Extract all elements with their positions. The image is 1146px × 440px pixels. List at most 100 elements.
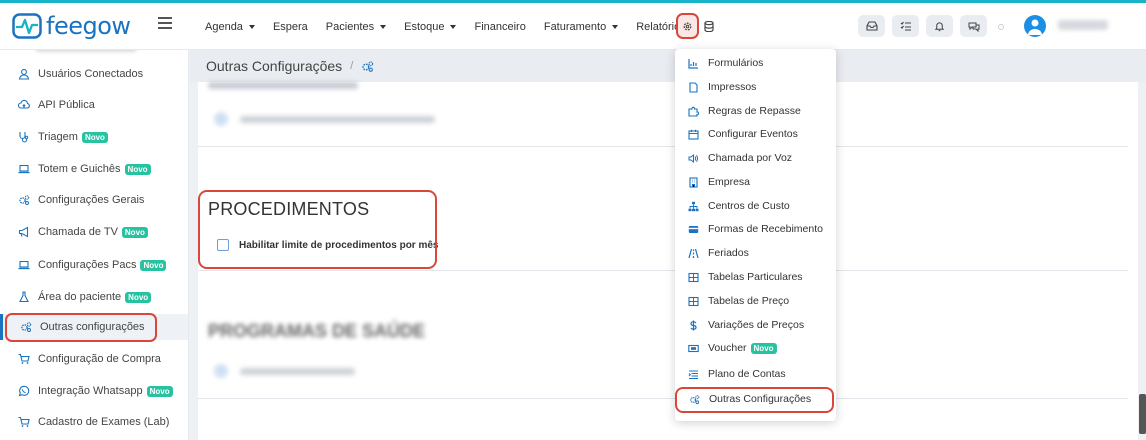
menu-item-formas-recebimento[interactable]: Formas de Recebimento — [675, 217, 836, 241]
user-avatar-icon — [1028, 19, 1042, 35]
tasks-button[interactable] — [892, 15, 919, 37]
cogs-icon — [362, 60, 374, 72]
menu-item-plano-contas[interactable]: Plano de Contas — [675, 362, 836, 386]
new-badge: Novo — [121, 226, 148, 238]
sidebar-item-configuracao-compra[interactable]: Configuração de Compra — [0, 346, 188, 372]
credit-card-icon — [688, 225, 699, 233]
cloud-upload-icon — [18, 99, 30, 109]
top-header: feegow Agenda Espera Pacientes Estoque F… — [0, 3, 1146, 50]
nav-espera[interactable]: Espera — [273, 21, 308, 33]
chart-icon — [688, 58, 698, 69]
chevron-down-icon — [380, 24, 387, 29]
sidebar-item-configuracoes-pacs[interactable]: Configurações Pacs Novo — [0, 252, 188, 278]
list-icon — [688, 369, 698, 379]
page-title: Outras Configurações — [206, 58, 343, 74]
sitemap-icon — [688, 201, 699, 211]
inbox-icon — [865, 21, 878, 31]
blurred-add-icon — [214, 112, 228, 126]
page-scrollbar-thumb[interactable] — [1139, 394, 1146, 434]
dollar-icon — [690, 320, 697, 330]
bell-icon — [934, 21, 945, 31]
chevron-down-icon — [450, 24, 457, 29]
heartbeat-logo-icon — [12, 13, 42, 39]
building-icon — [689, 176, 698, 188]
cogs-icon — [19, 195, 30, 205]
section-divider — [198, 270, 1128, 271]
user-icon — [18, 69, 30, 80]
menu-item-feriados[interactable]: Feriados — [675, 241, 836, 265]
menu-item-configurar-eventos[interactable]: Configurar Eventos — [675, 122, 836, 146]
menu-item-regras-repasse[interactable]: Regras de Repasse — [675, 99, 836, 123]
new-badge: Novo — [81, 131, 108, 143]
section-divider — [198, 398, 1128, 399]
sidebar-item-chamada-tv[interactable]: Chamada de TV Novo — [0, 219, 188, 245]
sidebar-item-partial — [0, 50, 188, 60]
laptop-icon — [18, 164, 30, 174]
menu-item-chamada-voz[interactable]: Chamada por Voz — [675, 146, 836, 170]
menu-item-tabelas-preco[interactable]: Tabelas de Preço — [675, 289, 836, 313]
whatsapp-icon — [18, 385, 30, 397]
database-icon[interactable] — [704, 21, 714, 32]
new-badge: Novo — [124, 163, 151, 175]
dropdown-highlight-outline — [675, 387, 834, 413]
new-badge: Novo — [140, 259, 167, 271]
section-divider — [198, 146, 1128, 147]
gear-icon — [683, 22, 692, 30]
menu-item-impressos[interactable]: Impressos — [675, 75, 836, 99]
notifications-button[interactable] — [926, 15, 953, 37]
chevron-down-icon — [248, 24, 255, 29]
table-icon — [688, 272, 699, 282]
megaphone-icon — [18, 226, 29, 238]
menu-item-tabelas-particulares[interactable]: Tabelas Particulares — [675, 265, 836, 289]
sidebar-item-configuracoes-gerais[interactable]: Configurações Gerais — [0, 187, 188, 213]
sidebar-item-triagem[interactable]: Triagem Novo — [0, 124, 188, 150]
sidebar-item-area-paciente[interactable]: Área do paciente Novo — [0, 284, 188, 310]
procedimentos-highlight-outline — [198, 190, 437, 269]
table-icon — [688, 296, 699, 306]
calendar-icon — [688, 129, 699, 140]
settings-dropdown-menu: Formulários Impressos Regras de Repasse … — [675, 49, 836, 421]
nav-faturamento[interactable]: Faturamento — [544, 21, 619, 33]
chevron-down-icon — [612, 24, 619, 29]
new-badge: Novo — [125, 291, 152, 303]
menu-item-empresa[interactable]: Empresa — [675, 170, 836, 194]
sidebar-item-totem-guiches[interactable]: Totem e Guichês Novo — [0, 156, 188, 182]
blurred-text-line — [240, 116, 435, 123]
blurred-add-icon — [214, 364, 228, 378]
volume-icon — [688, 153, 698, 163]
new-badge: Novo — [750, 342, 777, 354]
puzzle-icon — [688, 106, 699, 117]
laptop-icon — [18, 260, 30, 270]
logo-text: feegow — [46, 12, 131, 40]
app-logo[interactable]: feegow — [12, 12, 131, 40]
chat-icon — [968, 22, 979, 32]
road-icon — [688, 248, 699, 258]
inbox-button[interactable] — [858, 15, 885, 37]
nav-financeiro[interactable]: Financeiro — [474, 21, 525, 33]
blurred-text-line — [208, 82, 358, 89]
user-name-blurred — [1058, 20, 1108, 30]
menu-item-centros-custo[interactable]: Centros de Custo — [675, 194, 836, 218]
sidebar-item-cadastro-exames[interactable]: Cadastro de Exames (Lab) — [0, 409, 188, 435]
user-avatar[interactable] — [1024, 15, 1046, 37]
menu-item-voucher[interactable]: Voucher Novo — [675, 336, 836, 360]
file-icon — [689, 81, 698, 93]
chat-button[interactable] — [960, 15, 987, 37]
hamburger-menu-icon[interactable] — [158, 17, 172, 29]
main-content: PROCEDIMENTOS Habilitar limite de proced… — [198, 82, 1138, 440]
settings-gear-button[interactable] — [676, 13, 699, 39]
sidebar-item-usuarios-conectados[interactable]: Usuários Conectados — [0, 61, 188, 87]
new-badge: Novo — [146, 385, 173, 397]
nav-estoque[interactable]: Estoque — [404, 21, 457, 33]
sidebar-item-integracao-whatsapp[interactable]: Integração Whatsapp Novo — [0, 378, 188, 404]
nav-pacientes[interactable]: Pacientes — [326, 21, 387, 33]
ticket-icon — [688, 344, 699, 352]
menu-item-variacoes-precos[interactable]: Variações de Preços — [675, 313, 836, 337]
breadcrumb-separator: / — [350, 60, 354, 72]
tasks-list-icon — [900, 21, 911, 31]
sidebar-highlight-outline — [5, 313, 157, 342]
nav-agenda[interactable]: Agenda — [205, 21, 255, 33]
sidebar-item-api-publica[interactable]: API Pública — [0, 92, 188, 118]
blurred-text-line — [240, 368, 355, 375]
menu-item-formularios[interactable]: Formulários — [675, 51, 836, 75]
